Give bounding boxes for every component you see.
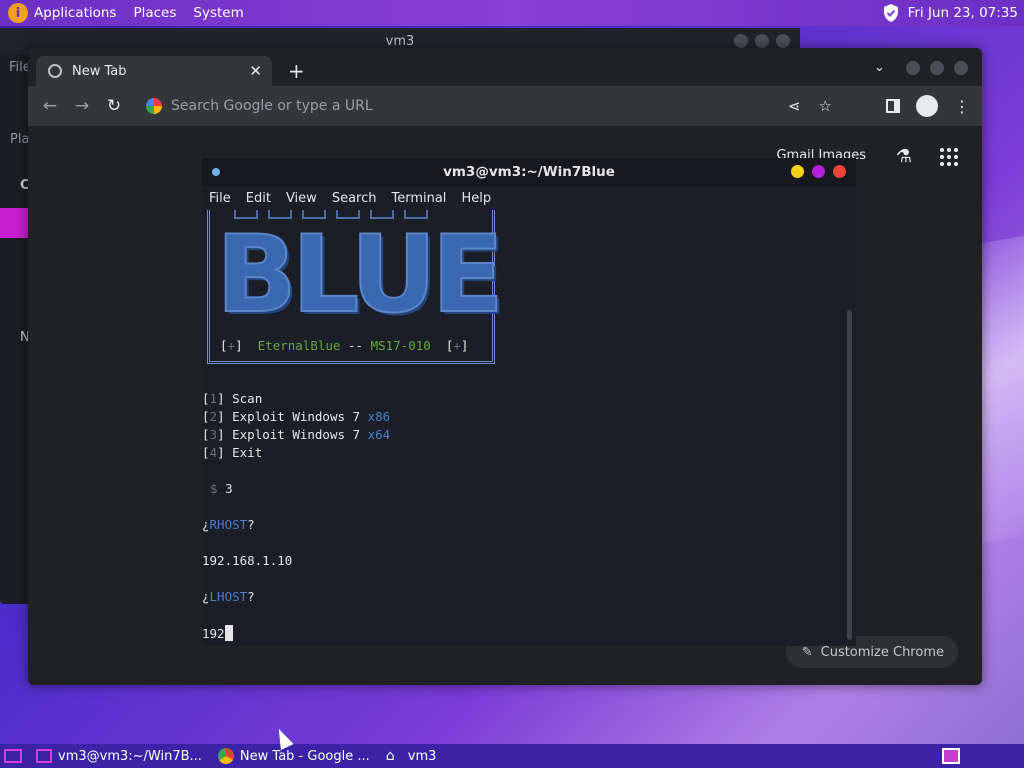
forward-arrow-icon[interactable]: → [66,96,98,116]
taskbar-item-vm3[interactable]: ⌂ vm3 [386,749,437,764]
tab-title: New Tab [72,63,127,79]
share-icon[interactable]: ⋖ [788,97,801,115]
tab-new-tab[interactable]: New Tab ✕ [36,56,272,86]
menu-search[interactable]: Search [332,191,377,206]
workspace-switcher[interactable] [942,748,960,764]
maximize-button[interactable] [755,34,769,48]
apps-grid-icon[interactable] [940,148,958,166]
tab-strip[interactable]: New Tab ✕ + ⌄ [28,48,982,86]
clock[interactable]: Fri Jun 23, 07:35 [908,5,1018,21]
home-folder-icon: ⌂ [385,748,395,764]
shield-icon[interactable] [882,3,900,23]
menu-option-2: [2] Exploit Windows 7 x86 [202,409,391,424]
terminal-title: vm3@vm3:~/Win7Blue [443,164,615,180]
pencil-icon: ✎ [801,644,813,660]
lhost-input[interactable]: 192 [202,625,233,641]
rhost-question: ¿RHOST? [202,517,255,532]
menu-terminal[interactable]: Terminal [391,191,446,206]
distro-logo-icon[interactable]: i [8,3,28,23]
bookmark-star-icon[interactable]: ☆ [819,97,832,115]
bg-accent-bar [0,208,28,238]
terminal-icon [36,749,52,763]
google-logo-icon [146,98,162,114]
terminal-window[interactable]: vm3@vm3:~/Win7Blue File Edit View Search… [202,158,856,646]
text-cursor [224,625,233,641]
places-menu[interactable]: Places [133,5,176,21]
banner-big-text: BLUE [215,213,505,336]
menu-view[interactable]: View [286,191,317,206]
menu-edit[interactable]: Edit [246,191,271,206]
reload-icon[interactable]: ↻ [98,96,130,116]
menu-help[interactable]: Help [461,191,491,206]
taskbar-item-chrome[interactable]: New Tab - Google ... [217,748,370,764]
chrome-favicon-icon [48,64,62,78]
terminal-maximize-button[interactable] [812,165,825,178]
minimize-button[interactable] [734,34,748,48]
chrome-icon [217,748,234,764]
labs-flask-icon[interactable]: ⚗ [896,146,912,167]
terminal-menubar: File Edit View Search Terminal Help [202,186,856,210]
chevron-down-icon[interactable]: ⌄ [874,60,885,75]
rhost-value: 192.168.1.10 [202,553,293,568]
side-panel-icon[interactable] [886,99,900,113]
customize-label: Customize Chrome [820,644,944,660]
show-desktop-icon[interactable] [4,749,22,763]
prompt-line: $ 3 [210,481,233,496]
menu-option-1: [1] Scan [202,391,263,406]
close-button[interactable] [776,34,790,48]
terminal-close-button[interactable] [833,165,846,178]
bottom-taskbar: vm3@vm3:~/Win7B... New Tab - Google ... … [0,744,1024,768]
address-placeholder: Search Google or type a URL [171,98,373,114]
terminal-scrollbar[interactable] [847,310,852,640]
bg-window-title: vm3 [385,33,415,49]
kebab-menu-icon[interactable]: ⋮ [954,97,970,116]
banner-subtitle: [+] EternalBlue -- MS17-010 [+] [220,338,469,353]
terminal-minimize-button[interactable] [791,165,804,178]
terminal-titlebar[interactable]: vm3@vm3:~/Win7Blue [202,158,856,186]
profile-avatar-icon[interactable] [916,95,938,117]
chrome-minimize-button[interactable] [906,61,920,75]
close-tab-icon[interactable]: ✕ [249,62,262,80]
system-menu[interactable]: System [193,5,243,21]
chrome-maximize-button[interactable] [930,61,944,75]
menu-option-3: [3] Exploit Windows 7 x64 [202,427,391,442]
chrome-toolbar: ← → ↻ Search Google or type a URL ⋖ ☆ ⋮ [28,86,982,126]
menu-option-4: [4] Exit [202,445,263,460]
top-panel: i Applications Places System Fri Jun 23,… [0,0,1024,26]
menu-file[interactable]: File [209,191,231,206]
taskbar-item-terminal[interactable]: vm3@vm3:~/Win7B... [36,749,202,764]
ascii-banner: BLUE [+] EternalBlue -- MS17-010 [+] [207,210,505,364]
applications-menu[interactable]: Applications [34,5,116,21]
new-tab-button[interactable]: + [288,59,305,83]
terminal-indicator-icon [212,168,220,176]
bg-places-label: Pla [10,132,30,147]
chrome-close-button[interactable] [954,61,968,75]
back-arrow-icon[interactable]: ← [34,96,66,116]
address-bar[interactable]: Search Google or type a URL ⋖ ☆ [138,91,838,121]
terminal-output[interactable]: BLUE [+] EternalBlue -- MS17-010 [+] [1]… [202,210,856,646]
lhost-question: ¿LHOST? [202,589,255,604]
